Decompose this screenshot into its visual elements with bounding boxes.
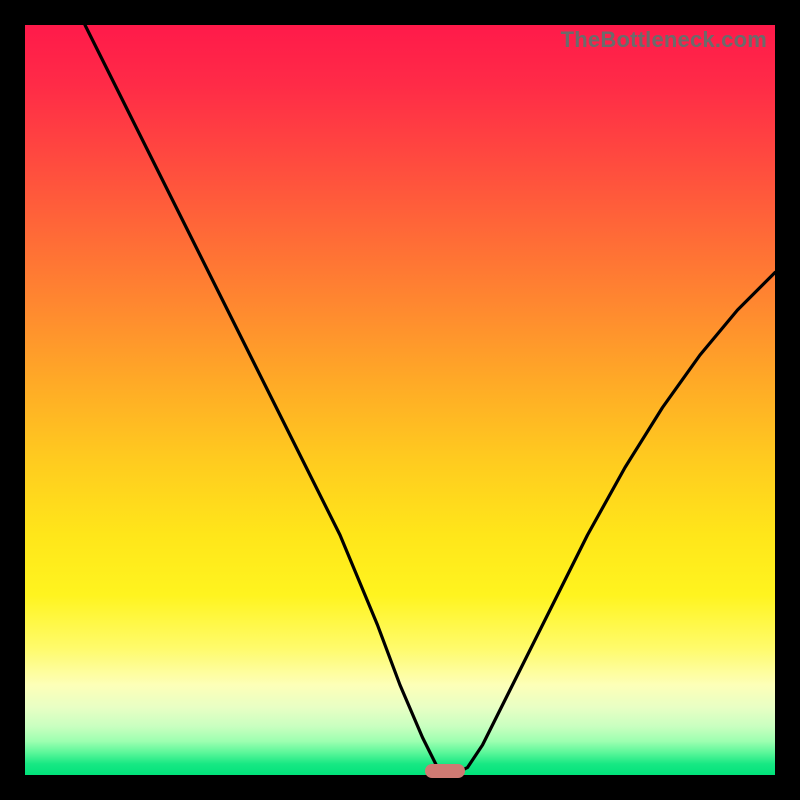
bottleneck-curve [25,25,775,775]
optimal-marker [425,764,465,778]
chart-frame: TheBottleneck.com [0,0,800,800]
plot-area: TheBottleneck.com [25,25,775,775]
